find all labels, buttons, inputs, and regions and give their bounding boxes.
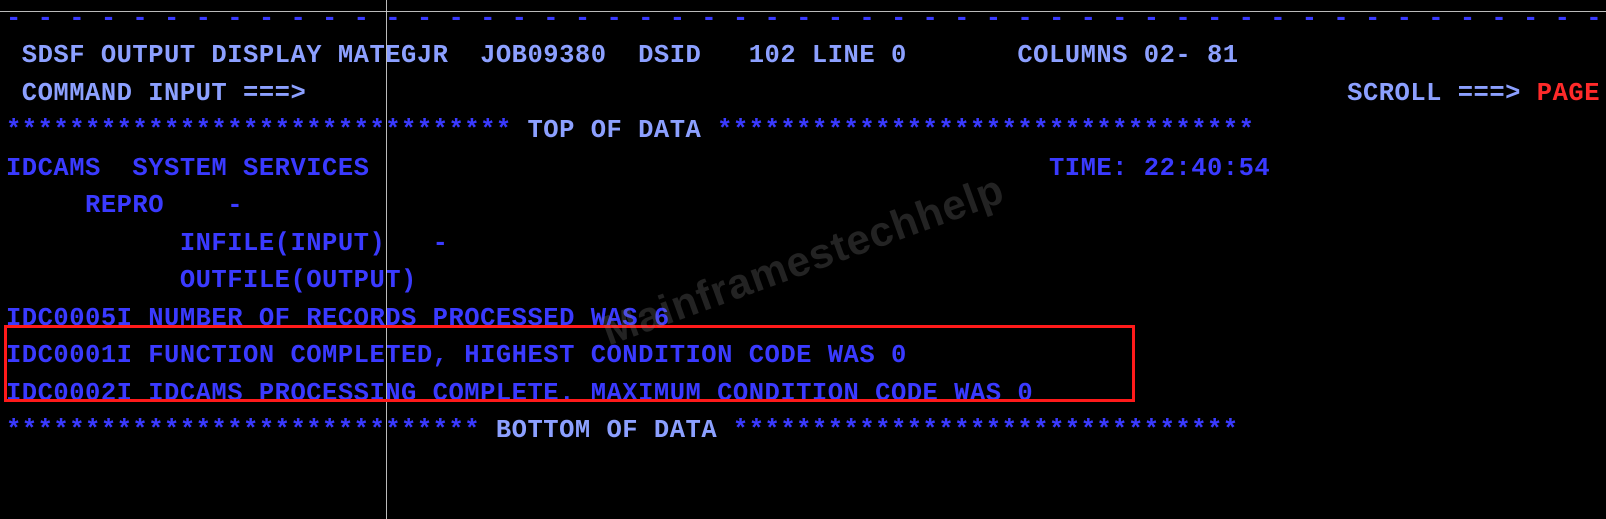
bottom-of-data-line: ****************************** BOTTOM OF… [0,412,1606,449]
separator-line: - - - - - - - - - - - - - - - - - - - - … [0,0,1606,37]
output-line-outfile: OUTFILE(OUTPUT) [0,262,1606,299]
command-line[interactable]: COMMAND INPUT ===> SCROLL ===> PAGE [0,75,1606,112]
idcams-label: IDCAMS SYSTEM SERVICES [6,154,1049,183]
output-line-repro: REPRO - [0,187,1606,224]
terminal-screen: - - - - - - - - - - - - - - - - - - - - … [0,0,1606,519]
time-label: TIME: [1049,154,1144,183]
output-line-idc0005i: IDC0005I NUMBER OF RECORDS PROCESSED WAS… [0,300,1606,337]
star-right: ********************************** [717,116,1254,145]
star-left-bottom: ****************************** [6,416,480,445]
time-value: 22:40:54 [1144,154,1270,183]
output-line-idc0002i: IDC0002I IDCAMS PROCESSING COMPLETE. MAX… [0,375,1606,412]
star-left: ******************************** [6,116,512,145]
output-line-infile: INFILE(INPUT) - [0,225,1606,262]
bottom-of-data-label: BOTTOM OF DATA [480,416,733,445]
top-of-data-label: TOP OF DATA [512,116,717,145]
idcams-services-line: IDCAMS SYSTEM SERVICES TIME: 22:40:54 [0,150,1606,187]
top-of-data-line: ******************************** TOP OF … [0,112,1606,149]
star-right-bottom: ******************************** [733,416,1239,445]
sdsf-header-line: SDSF OUTPUT DISPLAY MATEGJR JOB09380 DSI… [0,37,1606,74]
scroll-value[interactable]: PAGE [1537,79,1600,108]
output-line-idc0001i: IDC0001I FUNCTION COMPLETED, HIGHEST CON… [0,337,1606,374]
scroll-label: SCROLL ===> [1347,79,1537,108]
command-input-label: COMMAND INPUT ===> [6,79,306,108]
